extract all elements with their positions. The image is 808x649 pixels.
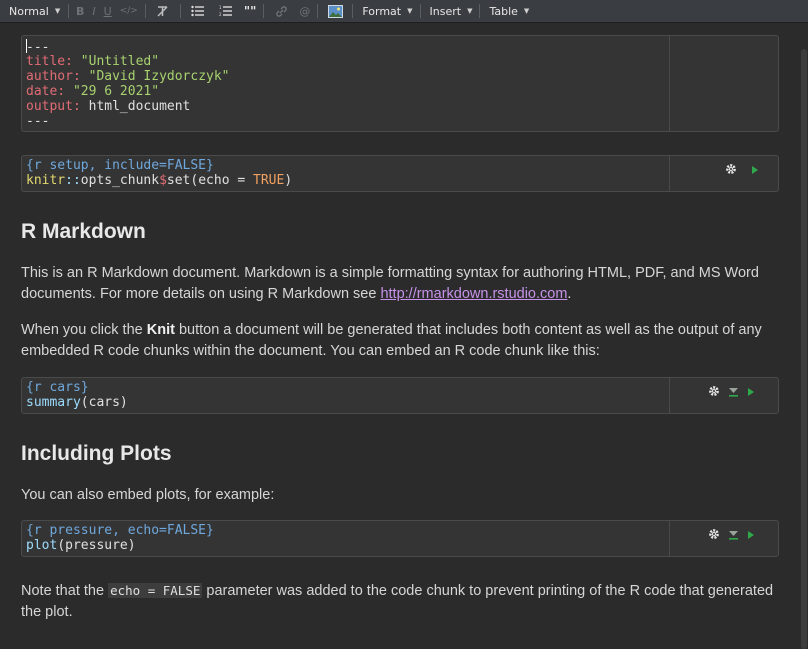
chunk-toolbar xyxy=(725,163,759,179)
code-line: knitr::opts_chunk$set(echo = TRUE) xyxy=(26,173,293,188)
clear-formatting-button[interactable] xyxy=(149,0,177,23)
chunk-divider xyxy=(669,378,670,413)
toolbar-divider xyxy=(68,4,69,18)
code-chunk-pressure[interactable]: {r pressure, echo=FALSE} plot(pressure) xyxy=(21,520,779,557)
clear-formatting-icon xyxy=(155,3,171,19)
code-chunk-cars[interactable]: {r cars} summary(cars) xyxy=(21,377,779,414)
toolbar-divider xyxy=(144,4,146,18)
paragraph-intro: This is an R Markdown document. Markdown… xyxy=(21,265,759,302)
yaml-line: date: "29 6 2021" xyxy=(26,84,160,99)
numbered-list-icon: 12 xyxy=(218,3,234,19)
code-chunk-setup[interactable]: {r setup, include=FALSE} knitr::opts_chu… xyxy=(21,155,779,192)
yaml-line: --- xyxy=(26,114,50,129)
rmarkdown-link[interactable]: http://rmarkdown.rstudio.com xyxy=(380,286,567,302)
table-menu[interactable]: Table ▼ xyxy=(483,0,533,23)
format-menu[interactable]: Format ▼ xyxy=(356,0,416,23)
chunk-header: {r pressure, echo=FALSE} xyxy=(26,523,214,538)
editor-content[interactable]: --- title: "Untitled" author: "David Izy… xyxy=(0,23,800,629)
run-chunk-play-icon[interactable] xyxy=(747,529,755,544)
link-icon xyxy=(273,3,289,19)
chevron-down-icon: ▼ xyxy=(523,7,530,15)
chunk-divider xyxy=(669,521,670,556)
bold-icon: B xyxy=(76,4,85,18)
chunk-header: {r setup, include=FALSE} xyxy=(26,158,214,173)
toolbar-divider xyxy=(419,4,421,18)
run-chunk-play-icon[interactable] xyxy=(751,164,759,179)
bullet-list-button[interactable] xyxy=(184,0,212,23)
run-chunk-play-icon[interactable] xyxy=(747,386,755,401)
yaml-line: author: "David Izydorczyk" xyxy=(26,69,230,84)
style-select[interactable]: Normal ▼ xyxy=(0,0,65,23)
visual-editor-toolbar: Normal ▼ B I U </> 12 "" @ Format ▼ Inse… xyxy=(0,0,808,23)
knit-bold-text: Knit xyxy=(146,322,175,338)
run-previous-chunks-icon[interactable] xyxy=(728,529,739,544)
vertical-scrollbar[interactable] xyxy=(800,23,808,649)
scrollbar-thumb[interactable] xyxy=(801,49,807,649)
chunk-toolbar xyxy=(708,385,755,401)
bullet-list-icon xyxy=(190,3,206,19)
code-icon: </> xyxy=(119,6,138,16)
paragraph-embed-plots: You can also embed plots, for example: xyxy=(21,487,275,503)
yaml-header-block[interactable]: --- title: "Untitled" author: "David Izy… xyxy=(21,35,779,132)
toolbar-divider xyxy=(179,4,181,18)
inline-code-echo: echo = FALSE xyxy=(108,583,203,598)
chevron-down-icon: ▼ xyxy=(54,7,61,15)
insert-menu-label: Insert xyxy=(429,4,462,18)
svg-text:1: 1 xyxy=(219,5,222,10)
heading-including-plots: Including Plots xyxy=(21,442,172,465)
table-menu-label: Table xyxy=(489,4,518,18)
paragraph-echo-note: Note that the echo = FALSE parameter was… xyxy=(21,583,774,620)
paragraph-knit: When you click the Knit button a documen… xyxy=(21,322,762,359)
chunk-options-gear-icon[interactable] xyxy=(725,163,737,179)
style-select-label: Normal xyxy=(9,4,49,18)
underline-button[interactable]: U xyxy=(100,0,116,23)
run-previous-chunks-icon[interactable] xyxy=(728,386,739,401)
yaml-line: output: html_document xyxy=(26,99,191,114)
quote-icon: "" xyxy=(243,4,257,18)
underline-icon: U xyxy=(103,4,112,18)
code-line: summary(cars) xyxy=(26,395,128,410)
citation-button[interactable]: @ xyxy=(295,0,314,23)
toolbar-divider xyxy=(263,4,265,18)
chevron-down-icon: ▼ xyxy=(407,7,413,15)
format-menu-label: Format xyxy=(362,4,402,18)
chunk-header: {r cars} xyxy=(26,380,89,395)
chunk-toolbar xyxy=(708,528,755,544)
insert-image-button[interactable] xyxy=(321,0,349,23)
insert-menu[interactable]: Insert ▼ xyxy=(424,0,477,23)
chevron-down-icon: ▼ xyxy=(467,7,473,15)
numbered-list-button[interactable]: 12 xyxy=(212,0,240,23)
at-icon: @ xyxy=(299,4,311,18)
yaml-line: title: "Untitled" xyxy=(26,54,160,69)
code-button[interactable]: </> xyxy=(116,0,142,23)
toolbar-divider xyxy=(352,4,354,18)
blockquote-button[interactable]: "" xyxy=(240,0,261,23)
heading-r-markdown: R Markdown xyxy=(21,220,146,243)
italic-button[interactable]: I xyxy=(88,0,99,23)
image-icon xyxy=(327,3,343,19)
link-button[interactable] xyxy=(267,0,295,23)
chunk-options-gear-icon[interactable] xyxy=(708,528,720,544)
yaml-line: --- xyxy=(26,39,50,55)
bold-button[interactable]: B xyxy=(72,0,88,23)
chunk-divider xyxy=(669,36,670,131)
italic-icon: I xyxy=(92,4,96,18)
code-line: plot(pressure) xyxy=(26,538,136,553)
chunk-divider xyxy=(669,156,670,191)
toolbar-divider xyxy=(479,4,481,18)
svg-text:2: 2 xyxy=(219,12,222,17)
chunk-options-gear-icon[interactable] xyxy=(708,385,720,401)
toolbar-divider xyxy=(317,4,319,18)
